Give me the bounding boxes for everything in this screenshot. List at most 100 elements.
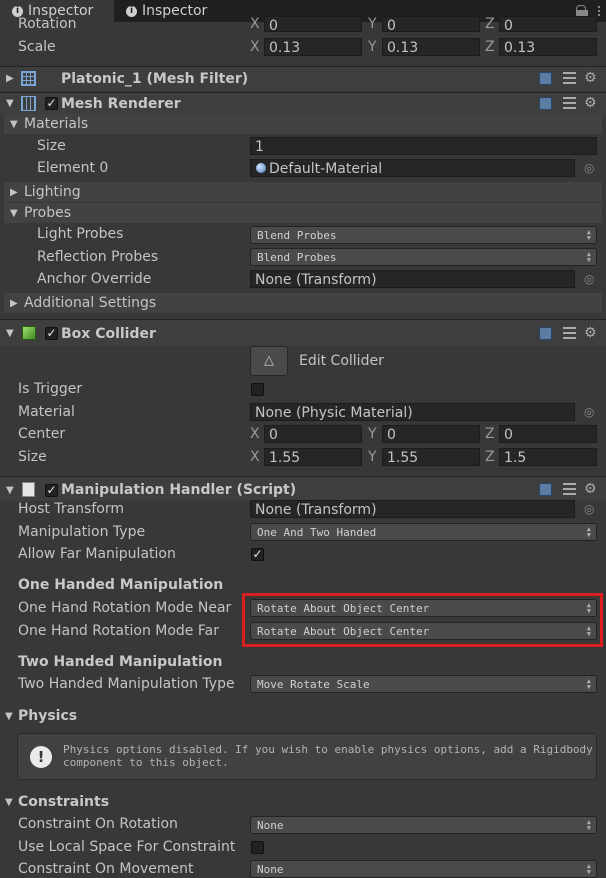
edit-collider-label: Edit Collider xyxy=(299,353,384,369)
one-handed-header: One Handed Manipulation xyxy=(18,577,224,593)
axis-x: X xyxy=(250,449,260,465)
two-handed-type-label: Two Handed Manipulation Type xyxy=(18,676,235,692)
lighting-label: Lighting xyxy=(24,184,81,200)
preset-icon[interactable] xyxy=(563,72,576,84)
dropdown-arrows-icon: ▲ ▼ xyxy=(586,818,591,832)
is-trigger-label: Is Trigger xyxy=(18,381,83,397)
physics-help-box: ! Physics options disabled. If you wish … xyxy=(17,733,597,780)
constraint-movement-label: Constraint On Movement xyxy=(18,861,194,877)
constraint-movement-dropdown[interactable]: None ▲ ▼ xyxy=(250,860,597,878)
box-collider-enabled-checkbox[interactable]: ✓ xyxy=(45,327,58,340)
help-book-icon[interactable] xyxy=(539,72,552,85)
materials-foldout[interactable] xyxy=(4,114,602,134)
axis-x: X xyxy=(250,39,260,55)
probes-label: Probes xyxy=(24,205,72,221)
reflection-probes-label: Reflection Probes xyxy=(37,249,159,265)
dropdown-arrows-icon: ▲ ▼ xyxy=(586,228,591,242)
mesh-renderer-icon xyxy=(21,96,36,111)
center-y-field[interactable]: 0 xyxy=(382,425,480,443)
materials-size-label: Size xyxy=(37,138,66,154)
constraints-header: Constraints xyxy=(18,794,110,810)
element0-value: Default-Material xyxy=(269,161,383,177)
mesh-renderer-enabled-checkbox[interactable]: ✓ xyxy=(45,97,58,110)
local-space-checkbox[interactable] xyxy=(251,841,264,854)
object-picker-icon[interactable]: ◎ xyxy=(584,405,594,419)
materials-size-field[interactable]: 1 xyxy=(250,137,597,155)
local-space-label: Use Local Space For Constraint xyxy=(18,839,236,855)
light-probes-value: Blend Probes xyxy=(257,229,337,242)
gear-icon[interactable]: ⚙ xyxy=(584,96,597,110)
host-transform-label: Host Transform xyxy=(18,501,124,517)
collapse-down-icon[interactable]: ▼ xyxy=(6,98,14,109)
collider-material-field[interactable]: None (Physic Material) xyxy=(250,403,575,421)
allow-far-checkbox[interactable]: ✓ xyxy=(251,548,264,561)
is-trigger-checkbox[interactable] xyxy=(251,383,264,396)
object-picker-icon[interactable]: ◎ xyxy=(584,272,594,286)
axis-z: Z xyxy=(485,39,495,55)
center-label: Center xyxy=(18,426,66,442)
manipulation-type-dropdown[interactable]: One And Two Handed ▲ ▼ xyxy=(250,523,597,541)
allow-far-label: Allow Far Manipulation xyxy=(18,546,176,562)
size-z-field[interactable]: 1.5 xyxy=(499,448,597,466)
gear-icon[interactable]: ⚙ xyxy=(584,326,597,340)
axis-y: Y xyxy=(368,39,377,55)
lighting-foldout[interactable] xyxy=(4,182,602,202)
collapse-down-icon[interactable]: ▼ xyxy=(6,485,14,496)
size-y-field[interactable]: 1.55 xyxy=(382,448,480,466)
manipulation-type-value: One And Two Handed xyxy=(257,526,377,539)
scale-label: Scale xyxy=(18,39,56,55)
gear-icon[interactable]: ⚙ xyxy=(584,71,597,85)
light-probes-dropdown[interactable]: Blend Probes ▲ ▼ xyxy=(250,226,597,244)
manipulation-handler-title: Manipulation Handler (Script) xyxy=(61,482,297,498)
help-book-icon[interactable] xyxy=(539,327,552,340)
two-handed-header: Two Handed Manipulation xyxy=(18,654,223,670)
object-picker-icon[interactable]: ◎ xyxy=(584,161,594,175)
collider-size-label: Size xyxy=(18,449,47,465)
materials-label: Materials xyxy=(24,116,89,132)
box-collider-icon xyxy=(22,326,36,340)
element0-field[interactable]: Default-Material xyxy=(250,159,575,177)
constraint-rotation-value: None xyxy=(257,819,284,832)
center-z-field[interactable]: 0 xyxy=(499,425,597,443)
dropdown-arrows-icon: ▲ ▼ xyxy=(586,250,591,264)
axis-z: Z xyxy=(485,426,495,442)
collapse-right-icon[interactable]: ▶ xyxy=(6,73,14,84)
reflection-probes-dropdown[interactable]: Blend Probes ▲ ▼ xyxy=(250,248,597,266)
collapse-right-icon: ▶ xyxy=(10,187,18,198)
axis-y: Y xyxy=(368,426,377,442)
anchor-override-field[interactable]: None (Transform) xyxy=(250,270,575,288)
collapse-down-icon[interactable]: ▼ xyxy=(5,797,13,808)
axis-z: Z xyxy=(485,449,495,465)
object-picker-icon[interactable]: ◎ xyxy=(584,502,594,516)
help-book-icon[interactable] xyxy=(539,97,552,110)
center-x-field[interactable]: 0 xyxy=(264,425,362,443)
axis-x: X xyxy=(250,426,260,442)
probes-foldout[interactable] xyxy=(4,203,602,223)
edit-collider-icon: △ xyxy=(264,353,274,368)
scale-z-field[interactable]: 0.13 xyxy=(499,38,597,56)
constraint-rotation-dropdown[interactable]: None ▲ ▼ xyxy=(250,816,597,834)
two-handed-type-dropdown[interactable]: Move Rotate Scale ▲ ▼ xyxy=(250,675,597,693)
collapse-down-icon[interactable]: ▼ xyxy=(5,711,13,722)
edit-collider-button[interactable]: △ xyxy=(250,346,288,376)
collapse-down-icon: ▼ xyxy=(10,119,18,130)
collapse-down-icon: ▼ xyxy=(10,208,18,219)
help-book-icon[interactable] xyxy=(539,483,552,496)
scale-x-field[interactable]: 0.13 xyxy=(264,38,362,56)
two-handed-type-value: Move Rotate Scale xyxy=(257,678,370,691)
collapse-right-icon: ▶ xyxy=(10,298,18,309)
mesh-filter-icon xyxy=(21,71,36,86)
host-transform-field[interactable]: None (Transform) xyxy=(250,500,575,518)
scale-y-field[interactable]: 0.13 xyxy=(382,38,480,56)
reflection-probes-value: Blend Probes xyxy=(257,251,337,264)
preset-icon[interactable] xyxy=(563,483,576,495)
gear-icon[interactable]: ⚙ xyxy=(584,482,597,496)
physics-help-text: Physics options disabled. If you wish to… xyxy=(63,743,593,769)
physics-header: Physics xyxy=(18,708,78,724)
manipulation-handler-enabled-checkbox[interactable]: ✓ xyxy=(45,484,58,497)
preset-icon[interactable] xyxy=(563,327,576,339)
size-x-field[interactable]: 1.55 xyxy=(264,448,362,466)
preset-icon[interactable] xyxy=(563,97,576,109)
rot-far-label: One Hand Rotation Mode Far xyxy=(18,623,219,639)
collapse-down-icon[interactable]: ▼ xyxy=(6,328,14,339)
